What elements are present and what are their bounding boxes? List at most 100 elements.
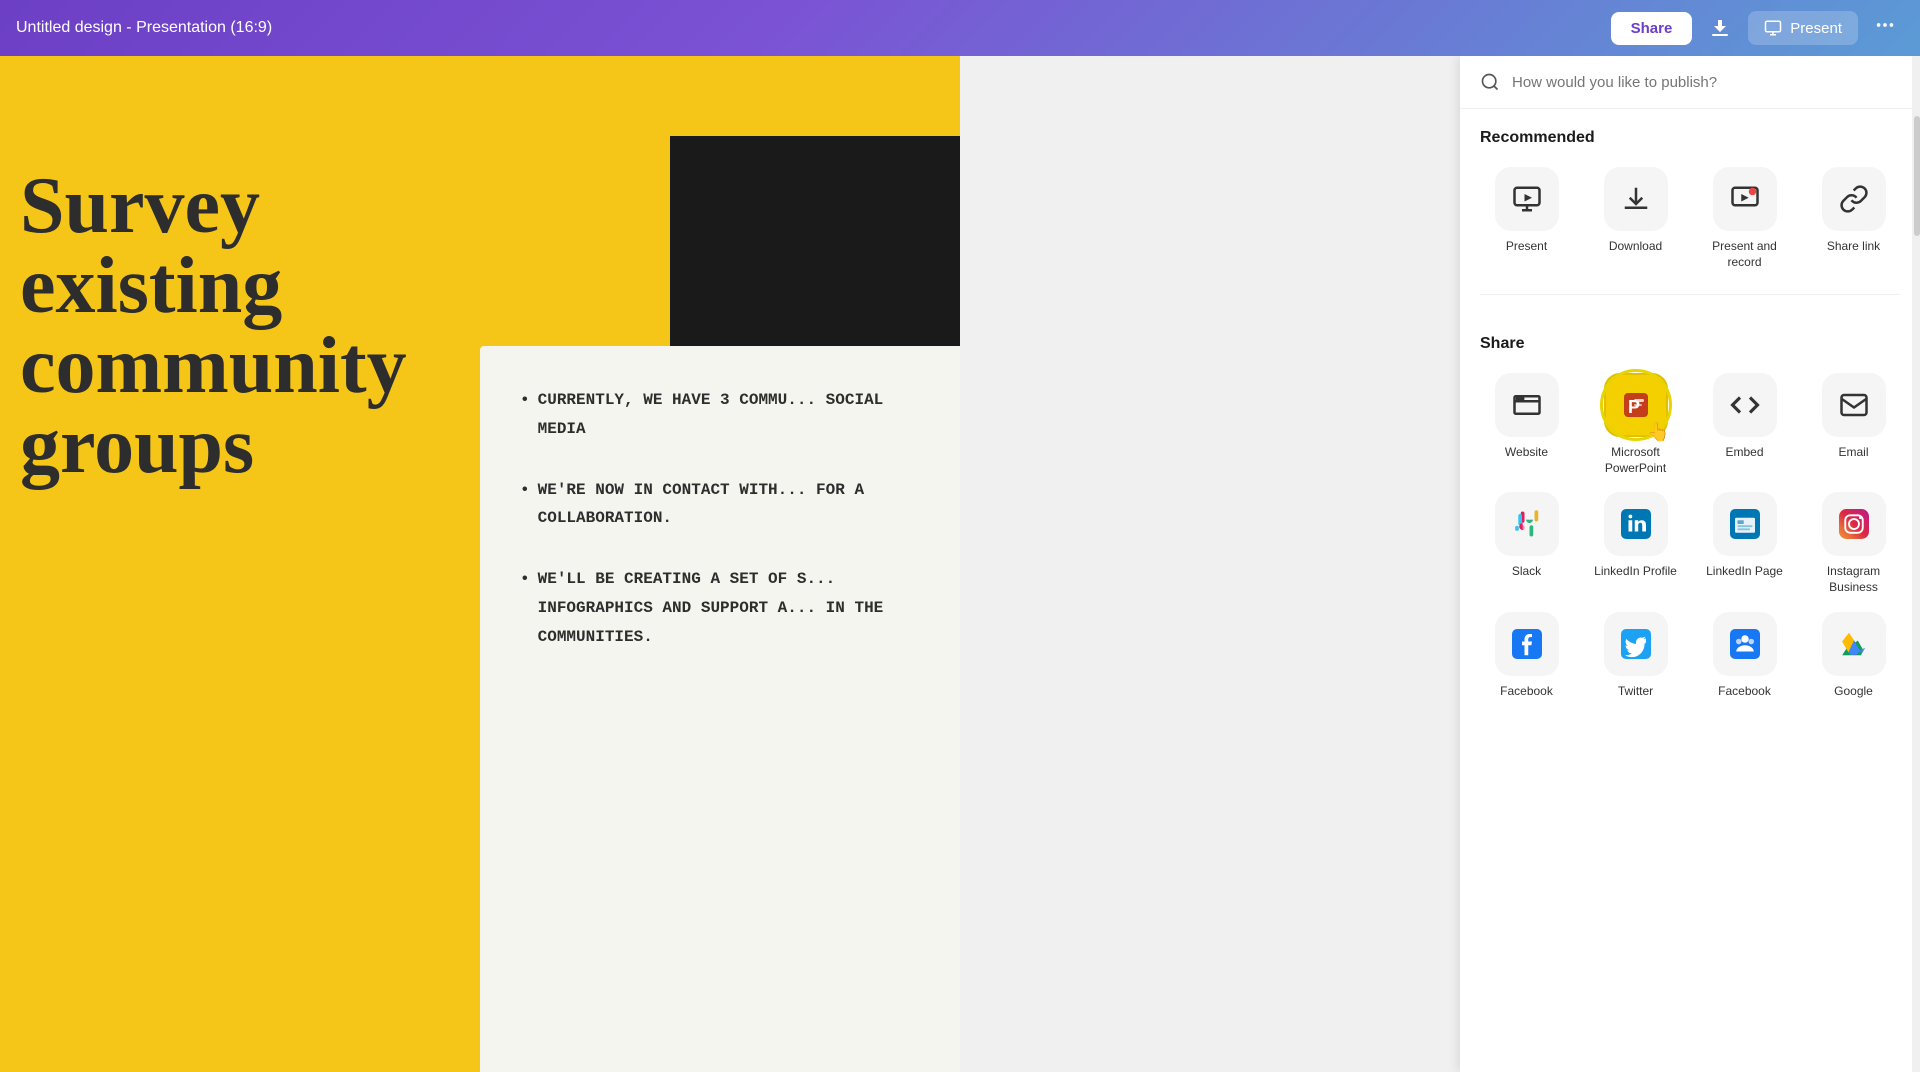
download-icon <box>1708 16 1732 40</box>
more-button[interactable] <box>1866 6 1904 50</box>
slack-label: Slack <box>1512 564 1541 580</box>
slack-svg <box>1512 509 1542 539</box>
bullet-1: • CURRENTLY, WE HAVE 3 COMMU... SOCIAL M… <box>520 386 940 444</box>
email-icon[interactable] <box>1822 373 1886 437</box>
facebook-groups-option[interactable]: Facebook <box>1698 612 1791 700</box>
ppt-icon[interactable]: P 👆 <box>1604 373 1668 437</box>
share-button[interactable]: Share <box>1611 12 1693 45</box>
embed-option[interactable]: Embed <box>1698 373 1791 476</box>
twitter-option[interactable]: Twitter <box>1589 612 1682 700</box>
share-link-svg <box>1839 184 1869 214</box>
recommended-grid: Present Download <box>1480 167 1900 270</box>
share-link-label: Share link <box>1827 239 1880 255</box>
recommended-section: Recommended Present <box>1460 109 1920 270</box>
recommended-title: Recommended <box>1480 129 1900 147</box>
cursor-icon: 👆 <box>1647 422 1669 443</box>
linkedin-page-icon[interactable] <box>1713 492 1777 556</box>
facebook-groups-label: Facebook <box>1718 684 1771 700</box>
linkedin-profile-label: LinkedIn Profile <box>1594 564 1677 580</box>
ppt-svg: P <box>1620 389 1652 421</box>
download-option-icon[interactable] <box>1604 167 1668 231</box>
facebook-label: Facebook <box>1500 684 1553 700</box>
linkedin-page-option[interactable]: LinkedIn Page <box>1698 492 1791 595</box>
google-drive-label: Google <box>1834 684 1873 700</box>
slide-title: Survey existing community groups <box>20 166 407 486</box>
present-option[interactable]: Present <box>1480 167 1573 270</box>
bullet-3: • WE'LL BE CREATING A SET OF S... INFOGR… <box>520 565 940 651</box>
google-drive-option[interactable]: Google <box>1807 612 1900 700</box>
website-svg <box>1512 390 1542 420</box>
email-svg <box>1839 390 1869 420</box>
search-bar[interactable] <box>1460 56 1920 109</box>
email-option[interactable]: Email <box>1807 373 1900 476</box>
bullet-2: • WE'RE NOW IN CONTACT WITH... FOR A COL… <box>520 476 940 534</box>
ppt-label: Microsoft PowerPoint <box>1589 445 1682 476</box>
website-option[interactable]: Website <box>1480 373 1573 476</box>
linkedin-profile-icon[interactable] <box>1604 492 1668 556</box>
present-record-icon[interactable] <box>1713 167 1777 231</box>
embed-icon[interactable] <box>1713 373 1777 437</box>
website-icon[interactable] <box>1495 373 1559 437</box>
instagram-svg <box>1839 509 1869 539</box>
facebook-option[interactable]: Facebook <box>1480 612 1573 700</box>
slack-icon-circle[interactable] <box>1495 492 1559 556</box>
facebook-icon-circle[interactable] <box>1495 612 1559 676</box>
search-icon <box>1480 72 1500 92</box>
topbar-right: Share Present <box>1611 6 1904 50</box>
scrollbar[interactable] <box>1912 56 1920 1072</box>
facebook-groups-svg <box>1730 629 1760 659</box>
bullet-dot: • <box>520 565 530 651</box>
present-icon <box>1764 19 1782 37</box>
bullet-dot: • <box>520 386 530 444</box>
share-link-icon[interactable] <box>1822 167 1886 231</box>
share-title: Share <box>1480 335 1900 353</box>
download-option-label: Download <box>1609 239 1662 255</box>
website-label: Website <box>1505 445 1548 461</box>
slide-top-bar <box>0 56 960 136</box>
linkedin-profile-svg <box>1621 509 1651 539</box>
bullet-dot: • <box>520 476 530 534</box>
present-option-label: Present <box>1506 239 1547 255</box>
download-option[interactable]: Download <box>1589 167 1682 270</box>
topbar: Untitled design - Presentation (16:9) Sh… <box>0 0 1920 56</box>
present-record-svg <box>1730 184 1760 214</box>
share-grid: Website P 👆 Microsoft PowerPoint <box>1480 373 1900 699</box>
email-label: Email <box>1838 445 1868 461</box>
google-drive-icon[interactable] <box>1822 612 1886 676</box>
embed-svg <box>1730 390 1760 420</box>
facebook-svg <box>1512 629 1542 659</box>
download-button[interactable] <box>1700 8 1740 48</box>
instagram-icon-circle[interactable] <box>1822 492 1886 556</box>
present-record-option[interactable]: Present and record <box>1698 167 1791 270</box>
publish-panel: Recommended Present <box>1460 56 1920 1072</box>
slide-black-box <box>670 136 960 376</box>
share-link-option[interactable]: Share link <box>1807 167 1900 270</box>
search-input[interactable] <box>1512 74 1900 91</box>
facebook-groups-icon[interactable] <box>1713 612 1777 676</box>
present-record-label: Present and record <box>1698 239 1791 270</box>
scrollbar-thumb[interactable] <box>1914 116 1920 236</box>
canvas-area: Survey existing community groups • CURRE… <box>0 56 960 1072</box>
linkedin-page-svg <box>1730 509 1760 539</box>
download-svg <box>1621 184 1651 214</box>
instagram-label: Instagram Business <box>1807 564 1900 595</box>
linkedin-profile-option[interactable]: LinkedIn Profile <box>1589 492 1682 595</box>
share-section: Share Website <box>1460 315 1920 699</box>
present-option-icon[interactable] <box>1495 167 1559 231</box>
more-icon <box>1874 14 1896 36</box>
topbar-title: Untitled design - Presentation (16:9) <box>16 19 272 37</box>
divider-1 <box>1480 294 1900 295</box>
ppt-option[interactable]: P 👆 Microsoft PowerPoint <box>1589 373 1682 476</box>
twitter-icon-circle[interactable] <box>1604 612 1668 676</box>
present-button[interactable]: Present <box>1748 11 1858 45</box>
slack-option[interactable]: Slack <box>1480 492 1573 595</box>
present-svg <box>1512 184 1542 214</box>
google-drive-svg <box>1839 629 1869 659</box>
slide-bullets: • CURRENTLY, WE HAVE 3 COMMU... SOCIAL M… <box>520 386 940 684</box>
instagram-option[interactable]: Instagram Business <box>1807 492 1900 595</box>
embed-label: Embed <box>1725 445 1763 461</box>
topbar-left: Untitled design - Presentation (16:9) <box>16 19 272 37</box>
twitter-svg <box>1621 629 1651 659</box>
linkedin-page-label: LinkedIn Page <box>1706 564 1783 580</box>
twitter-label: Twitter <box>1618 684 1653 700</box>
